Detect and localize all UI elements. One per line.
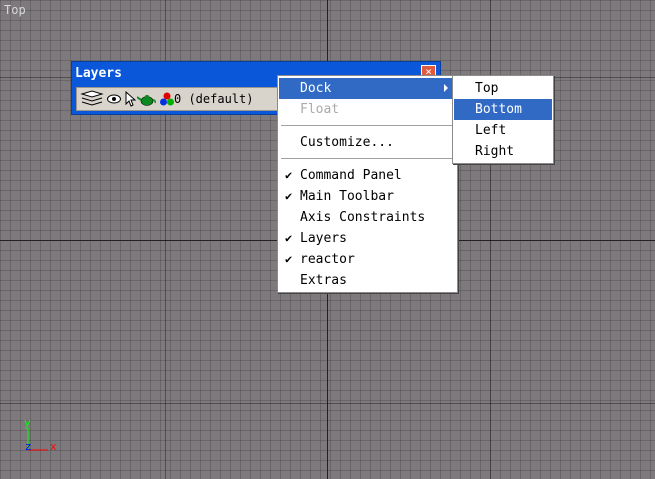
menu-item-axis-constraints[interactable]: Axis Constraints: [279, 207, 456, 228]
menu-item-label: Layers: [300, 231, 347, 246]
axis-label-z: z: [25, 442, 32, 454]
cursor-icon[interactable]: [124, 91, 136, 107]
check-icon: ✔: [285, 231, 293, 245]
teapot-icon[interactable]: [137, 92, 157, 107]
grid-line: [0, 403, 655, 404]
submenu-item-bottom[interactable]: Bottom: [454, 99, 552, 120]
menu-separator: [281, 158, 454, 159]
menu-item-dock[interactable]: Dock: [279, 78, 456, 99]
menu-item-label: Customize...: [300, 135, 394, 150]
check-icon: ✔: [285, 189, 293, 203]
menu-item-customize[interactable]: Customize...: [279, 132, 456, 153]
rgb-dots-icon[interactable]: [159, 92, 175, 107]
menu-item-float[interactable]: Float: [279, 99, 456, 120]
submenu-item-right[interactable]: Right: [454, 141, 552, 162]
menu-item-main-toolbar[interactable]: ✔ Main Toolbar: [279, 186, 456, 207]
axis-gizmo: y z x: [20, 418, 64, 458]
menu-separator: [281, 125, 454, 126]
check-icon: ✔: [285, 252, 293, 266]
menu-item-label: Main Toolbar: [300, 189, 394, 204]
menu-item-command-panel[interactable]: ✔ Command Panel: [279, 165, 456, 186]
menu-item-label: Float: [300, 102, 340, 117]
menu-item-label: Top: [475, 81, 499, 96]
menu-item-label: Extras: [300, 273, 347, 288]
check-icon: ✔: [285, 168, 293, 182]
menu-item-label: Bottom: [475, 102, 522, 117]
menu-item-label: Left: [475, 123, 507, 138]
grid-line: [490, 0, 491, 479]
layer-stack-icon[interactable]: [80, 90, 104, 108]
menu-item-label: reactor: [300, 252, 355, 267]
viewport-label[interactable]: Top: [4, 3, 26, 17]
eye-icon[interactable]: [106, 92, 122, 106]
menu-item-label: Right: [475, 144, 515, 159]
axis-label-x: x: [50, 442, 57, 454]
menu-item-extras[interactable]: Extras: [279, 270, 456, 291]
axis-label-y: y: [24, 418, 31, 430]
dock-submenu: Top Bottom Left Right: [452, 75, 554, 164]
menu-item-reactor[interactable]: ✔ reactor: [279, 249, 456, 270]
layers-title[interactable]: Layers: [75, 66, 122, 81]
submenu-arrow-icon: [444, 84, 448, 92]
menu-item-label: Dock: [300, 81, 332, 96]
toolbar-context-menu: Dock Float Customize... ✔ Command Panel …: [277, 75, 458, 293]
submenu-item-left[interactable]: Left: [454, 120, 552, 141]
menu-item-layers[interactable]: ✔ Layers: [279, 228, 456, 249]
current-layer-dropdown[interactable]: 0 (default): [174, 92, 253, 106]
submenu-item-top[interactable]: Top: [454, 78, 552, 99]
menu-item-label: Axis Constraints: [300, 210, 426, 225]
menu-item-label: Command Panel: [300, 168, 402, 183]
